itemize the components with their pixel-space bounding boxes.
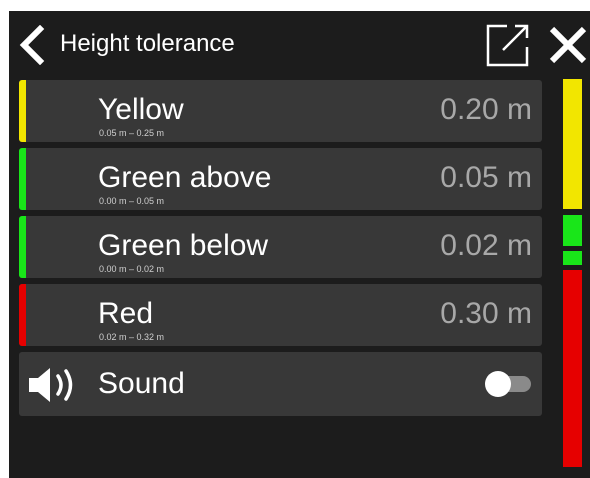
tolerance-range: 0.02 m – 0.32 m xyxy=(99,332,165,342)
tolerance-value: 0.02 m xyxy=(440,229,532,262)
speaker-icon xyxy=(29,367,79,403)
tolerance-color-bar xyxy=(19,80,26,142)
header: Height tolerance xyxy=(9,11,590,77)
tolerance-row-red[interactable]: Red 0.02 m – 0.32 m 0.30 m xyxy=(19,284,542,346)
close-icon xyxy=(549,26,587,64)
tolerance-range: 0.05 m – 0.25 m xyxy=(99,128,165,138)
tolerance-range: 0.00 m – 0.02 m xyxy=(99,264,165,274)
sound-row: Sound xyxy=(19,352,542,416)
tolerance-color-bar xyxy=(19,148,26,210)
screen: Height tolerance Yellow 0.05 m – 0.25 m … xyxy=(9,11,590,478)
chevron-left-icon xyxy=(19,24,45,66)
gauge-green-below-segment xyxy=(563,251,582,265)
external-link-icon xyxy=(486,24,529,67)
sound-label: Sound xyxy=(98,367,185,400)
tolerance-range: 0.00 m – 0.05 m xyxy=(99,196,165,206)
tolerance-row-green-below[interactable]: Green below 0.00 m – 0.02 m 0.02 m xyxy=(19,216,542,278)
tolerance-gauge xyxy=(563,79,582,467)
tolerance-color-bar xyxy=(19,216,26,278)
tolerance-label: Green below xyxy=(98,229,269,262)
gauge-red-segment xyxy=(563,270,582,467)
tolerance-value: 0.30 m xyxy=(440,297,532,330)
tolerance-row-yellow[interactable]: Yellow 0.05 m – 0.25 m 0.20 m xyxy=(19,80,542,142)
tolerance-label: Red xyxy=(98,297,154,330)
page-title: Height tolerance xyxy=(60,30,235,57)
back-button[interactable] xyxy=(13,24,49,66)
gauge-yellow-segment xyxy=(563,79,582,209)
tolerance-label: Green above xyxy=(98,161,272,194)
toggle-knob xyxy=(485,371,511,397)
tolerance-row-green-above[interactable]: Green above 0.00 m – 0.05 m 0.05 m xyxy=(19,148,542,210)
gauge-green-above-segment xyxy=(563,215,582,246)
popout-button[interactable] xyxy=(485,22,531,68)
tolerance-value: 0.20 m xyxy=(440,93,532,126)
sound-toggle[interactable] xyxy=(485,370,533,398)
tolerance-label: Yellow xyxy=(98,93,184,126)
tolerance-value: 0.05 m xyxy=(440,161,532,194)
tolerance-color-bar xyxy=(19,284,26,346)
close-button[interactable] xyxy=(547,22,589,68)
